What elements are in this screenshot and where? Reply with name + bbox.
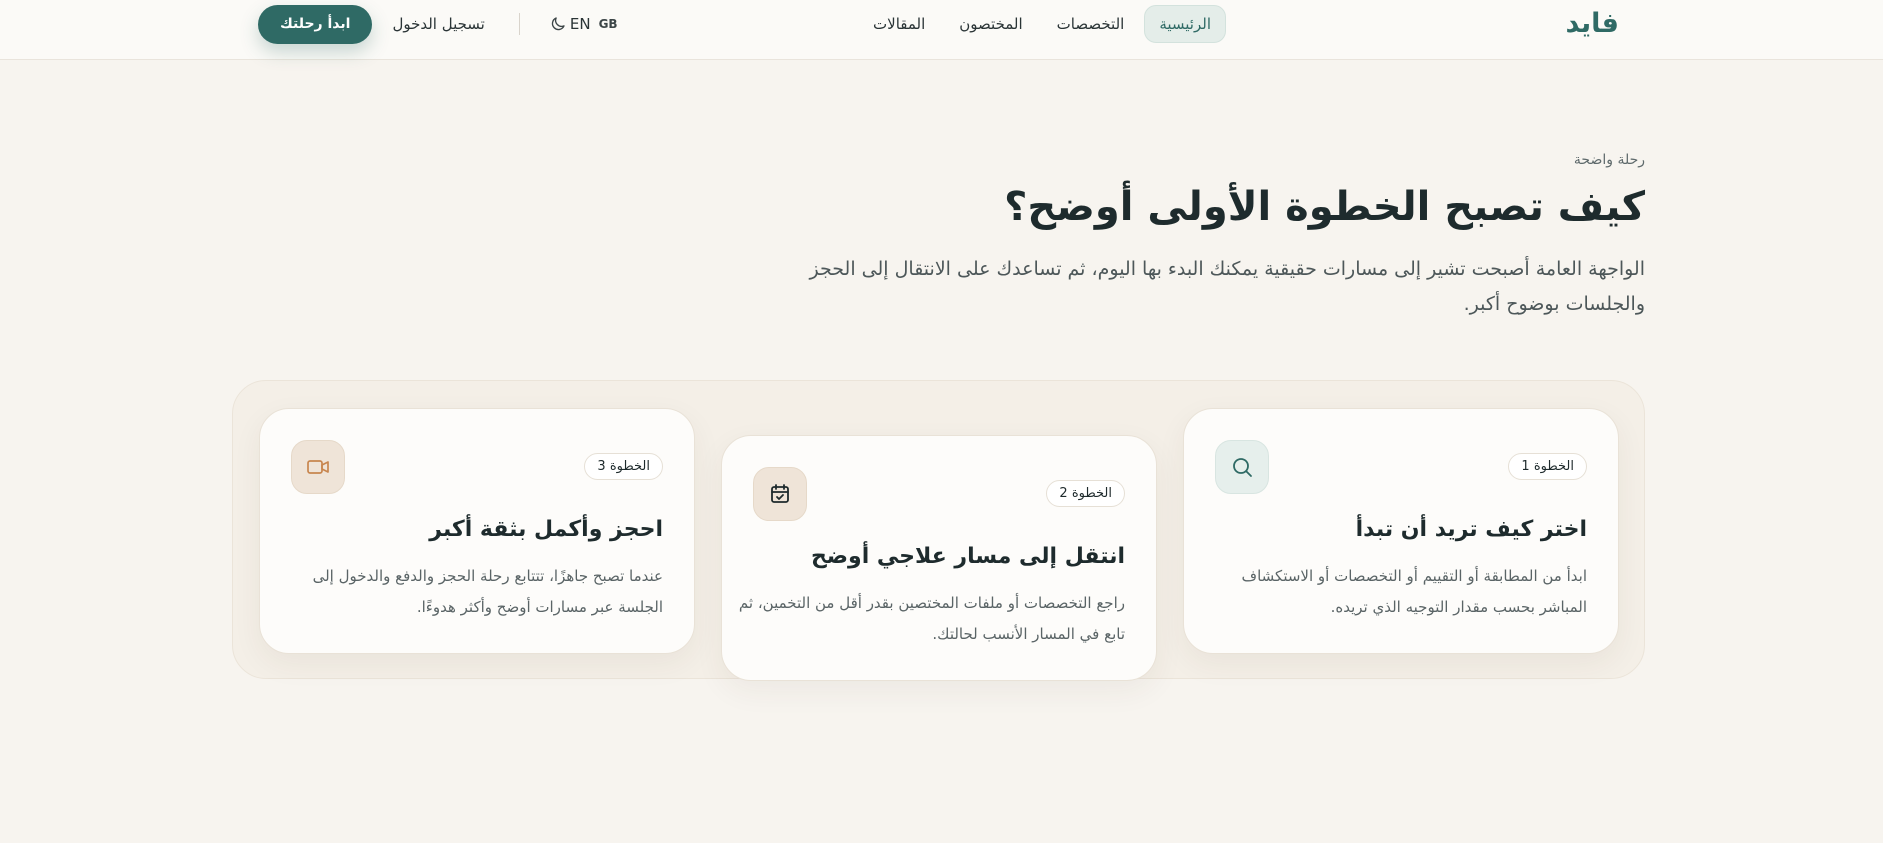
nav-divider — [518, 13, 520, 35]
nav-link-specialties[interactable]: التخصصات — [1043, 6, 1139, 42]
section-eyebrow: رحلة واضحة — [1573, 152, 1645, 168]
language-switcher[interactable]: GB EN — [570, 15, 618, 33]
nav-actions: ابدأ رحلتك تسجيل الدخول GB EN — [258, 4, 618, 44]
step-card-3: الخطوة 3 احجز وأكمل بثقة أكبر عندما تصبح… — [259, 408, 695, 654]
video-icon — [291, 440, 345, 494]
step-card-2: الخطوة 2 انتقل إلى مسار علاجي أوضح راجع … — [721, 435, 1157, 681]
step-description: ابدأ من المطابقة أو التقييم أو التخصصات … — [1241, 567, 1587, 616]
main-nav: الرئيسية التخصصات المختصون المقالات — [859, 4, 1226, 44]
moon-icon[interactable] — [546, 12, 570, 36]
step-card-1: الخطوة 1 اختر كيف تريد أن تبدأ ابدأ من ا… — [1183, 408, 1619, 654]
step-badge: الخطوة 2 — [1046, 480, 1125, 507]
step-description: عندما تصبح جاهزًا، تتتابع رحلة الحجز وال… — [312, 567, 663, 616]
section-title: كيف تصبح الخطوة الأولى أوضح؟ — [1004, 184, 1645, 230]
nav-link-articles[interactable]: المقالات — [859, 6, 939, 42]
step-description: راجع التخصصات أو ملفات المختصين بقدر أقل… — [738, 594, 1125, 643]
nav-link-specialists[interactable]: المختصون — [945, 6, 1036, 42]
brand-logo[interactable]: فايد — [1565, 8, 1619, 39]
step-badge: الخطوة 1 — [1508, 453, 1587, 480]
calendar-check-icon — [753, 467, 807, 521]
step-badge: الخطوة 3 — [584, 453, 663, 480]
top-navbar: فايد الرئيسية التخصصات المختصون المقالات… — [0, 0, 1883, 60]
flag-gb-icon: GB — [598, 17, 618, 31]
start-journey-button[interactable]: ابدأ رحلتك — [258, 4, 373, 44]
step-title: انتقل إلى مسار علاجي أوضح — [810, 544, 1125, 569]
nav-link-home[interactable]: الرئيسية — [1144, 5, 1226, 43]
section-description: الواجهة العامة أصبحت تشير إلى مسارات حقي… — [809, 258, 1645, 315]
step-title: احجز وأكمل بثقة أكبر — [429, 517, 663, 542]
language-code: EN — [569, 15, 591, 33]
step-title: اختر كيف تريد أن تبدأ — [1355, 517, 1587, 542]
login-link[interactable]: تسجيل الدخول — [392, 15, 484, 33]
search-icon — [1215, 440, 1269, 494]
